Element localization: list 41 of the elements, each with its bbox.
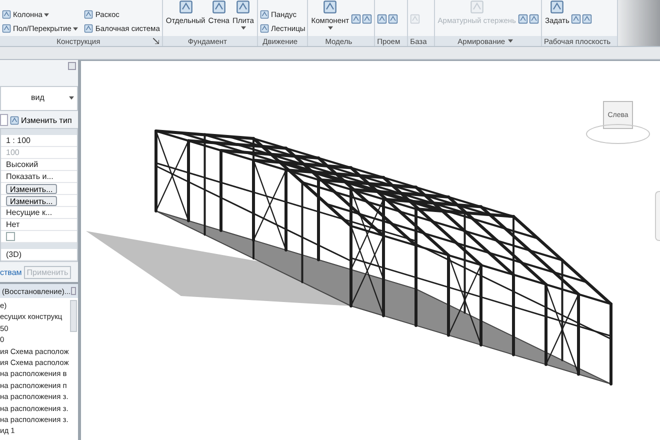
ribbon-background (618, 0, 660, 46)
property-value[interactable]: Несущие к... (6, 208, 52, 217)
property-value[interactable]: Нет (6, 220, 20, 229)
tool-icon (84, 24, 94, 33)
close-icon[interactable] (68, 62, 76, 70)
property-value[interactable]: Высокий (6, 160, 38, 169)
edit-type-icon (10, 116, 19, 124)
close-icon[interactable] (70, 287, 76, 295)
scrollbar[interactable] (70, 300, 77, 332)
property-value[interactable]: (3D) (6, 250, 22, 259)
property-value[interactable]: 1 : 100 (6, 136, 30, 145)
edit-type-button[interactable]: Изменить тип (10, 116, 72, 124)
tool-icon (210, 0, 228, 14)
type-selector[interactable]: вид (0, 86, 78, 111)
tool-icon (84, 10, 94, 19)
orbit-ring[interactable] (586, 124, 650, 144)
tool-icon (234, 0, 252, 14)
tool-icon (176, 0, 195, 14)
dropdown-field[interactable] (0, 114, 8, 126)
tool-icon (2, 24, 11, 33)
tool-icon (571, 14, 582, 24)
tool-icon (548, 0, 566, 14)
tool-icon (321, 0, 340, 14)
tool-icon (388, 14, 398, 24)
help-link[interactable]: ствам (0, 268, 22, 277)
checkbox[interactable] (6, 232, 15, 241)
dialog-launcher-icon[interactable] (152, 38, 159, 44)
property-value[interactable]: Показать и... (6, 172, 54, 181)
tool-icon (582, 14, 592, 24)
edit-button[interactable]: Изменить... (6, 184, 57, 194)
tool-icon (518, 14, 528, 24)
caret-icon (69, 96, 74, 100)
tool-icon (528, 14, 539, 24)
tool-icon (351, 14, 362, 24)
tool-icon (410, 14, 420, 24)
tool-icon (260, 24, 269, 33)
tool-icon (260, 10, 269, 19)
tool-icon (362, 14, 372, 24)
tool-icon (377, 14, 388, 24)
edit-button[interactable]: Изменить... (6, 196, 57, 206)
tool-icon (2, 10, 11, 19)
